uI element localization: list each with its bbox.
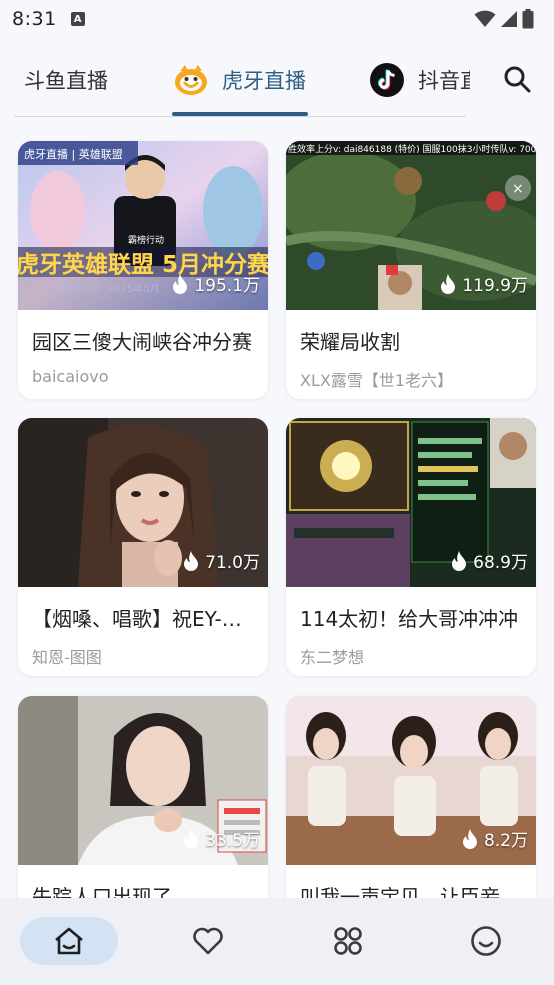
heat-badge: 195.1万 [172,271,260,296]
nav-home-button[interactable] [20,917,118,965]
platform-tabbar: 斗鱼直播 虎牙直播 抖音直播 [0,44,554,118]
heat-badge: 33.5万 [183,826,260,851]
flame-icon [462,828,477,849]
heat-value: 68.9万 [473,553,528,573]
battery-icon [522,9,534,29]
smile-icon [471,926,501,956]
status-time: 8:31 [12,8,57,30]
flame-icon [441,273,456,294]
tab-divider [14,116,466,117]
search-button[interactable] [500,62,534,96]
svg-text:×: × [512,181,524,197]
flame-icon [173,273,188,294]
bottom-navigation [0,898,554,985]
svg-text:胜效率上分v: dai846188 (特价) 国服100抹: 胜效率上分v: dai846188 (特价) 国服100抹3小时传队v: 700… [288,143,536,155]
nav-favorite-button[interactable] [186,917,230,965]
heat-value: 119.9万 [462,276,528,296]
streamer-name: 东二梦想 [300,648,365,667]
heat-value: 71.0万 [205,553,260,573]
live-room-card[interactable]: 虎牙直播 | 英雄联盟 霸榜行动 虎牙英雄联盟 5月冲分赛 活动时间：2025年… [18,141,268,399]
live-room-card[interactable]: 68.9万 114太初！给大哥冲冲冲 东二梦想 [286,418,536,676]
tab-douyin[interactable]: 抖音直播 [370,62,470,98]
nav-category-button[interactable] [326,917,370,965]
streamer-name: baicaiovo [32,367,109,386]
heat-badge: 119.9万 [440,271,528,296]
search-icon [504,66,531,93]
notification-a-icon: A [70,12,85,26]
room-thumbnail: 33.5万 [18,696,268,865]
heat-badge: 8.2万 [462,826,528,851]
heat-badge: 71.0万 [183,548,260,573]
tab-douyu-label: 斗鱼直播 [24,69,108,93]
heat-value: 195.1万 [194,276,260,296]
room-title: 【烟嗓、唱歌】祝EY-顺顺利利 [32,607,254,631]
room-title: 114太初！给大哥冲冲冲 [300,607,519,631]
grid-icon [334,927,362,955]
room-title: 荣耀局收割 [300,330,400,354]
room-thumbnail: 8.2万 [286,696,536,865]
streamer-name: XLX露雪【世1老六】 [300,371,454,390]
home-icon [55,927,83,955]
tab-huya-label: 虎牙直播 [222,69,306,93]
tab-douyu[interactable]: 斗鱼直播 [24,62,108,98]
heat-badge: 68.9万 [451,548,528,573]
tab-huya[interactable]: 虎牙直播 [174,62,306,98]
signal-icon [501,11,517,27]
wifi-icon [474,10,496,27]
flame-icon [184,550,199,571]
room-thumbnail: 虎牙直播 | 英雄联盟 霸榜行动 虎牙英雄联盟 5月冲分赛 活动时间：2025年… [18,141,268,310]
streamer-name: 知恩-图图 [32,648,102,667]
room-thumbnail: 68.9万 [286,418,536,587]
douyin-logo-icon [370,63,404,97]
room-thumbnail: 胜效率上分v: dai846188 (特价) 国服100抹3小时传队v: 700… [286,141,536,310]
tab-douyin-label: 抖音直播 [418,69,470,93]
nav-me-button[interactable] [464,917,508,965]
heart-icon [193,927,223,955]
heat-value: 8.2万 [483,831,528,851]
status-bar: 8:31 A [0,0,554,38]
huya-logo-icon [175,65,207,95]
status-icons [474,9,534,29]
live-room-card[interactable]: 胜效率上分v: dai846188 (特价) 国服100抹3小时传队v: 700… [286,141,536,399]
flame-icon [452,550,467,571]
room-title: 园区三傻大闹峡谷冲分赛 [32,330,252,354]
live-room-card[interactable]: 71.0万 【烟嗓、唱歌】祝EY-顺顺利利 知恩-图图 [18,418,268,676]
svg-text:虎牙直播 | 英雄联盟: 虎牙直播 | 英雄联盟 [24,147,123,161]
flame-icon [184,828,199,849]
heat-value: 33.5万 [205,831,260,851]
room-thumbnail: 71.0万 [18,418,268,587]
svg-text:霸榜行动: 霸榜行动 [128,234,164,246]
